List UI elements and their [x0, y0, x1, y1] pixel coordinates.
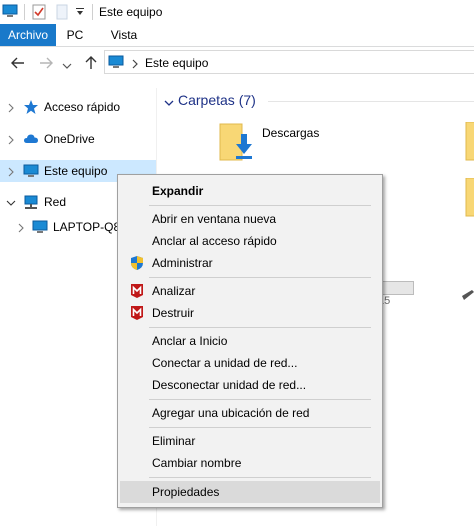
tab-vista[interactable]: Vista	[101, 24, 147, 46]
menu-item-label: Expandir	[152, 184, 204, 198]
tab-archivo[interactable]: Archivo	[0, 24, 56, 46]
menu-item-anclar-inicio[interactable]: Anclar a Inicio	[120, 330, 380, 352]
customize-toolbar-icon[interactable]	[75, 6, 85, 20]
forward-arrow-icon[interactable]	[38, 55, 54, 71]
downloads-folder-icon	[216, 122, 258, 169]
menu-item-conectar-unidad-red[interactable]: Conectar a unidad de red...	[120, 352, 380, 374]
sidebar-item-label: LAPTOP-Q8	[53, 220, 121, 234]
menu-item-label: Eliminar	[152, 434, 196, 448]
menu-item-administrar[interactable]: Administrar	[120, 252, 380, 274]
ribbon-tabs: Archivo PC Vista	[0, 24, 474, 47]
menu-separator	[149, 399, 371, 400]
properties-check-icon[interactable]	[32, 4, 46, 23]
folder-icon[interactable]	[464, 177, 474, 221]
context-menu: Expandir Abrir en ventana nueva Anclar a…	[117, 174, 383, 508]
menu-separator	[149, 205, 371, 206]
mcafee-icon	[129, 283, 145, 299]
network-icon	[23, 194, 39, 210]
menu-item-label: Agregar una ubicación de red	[152, 406, 310, 420]
group-label: Carpetas (7)	[178, 92, 256, 108]
sidebar-item-label: Red	[44, 195, 67, 209]
menu-item-label: Abrir en ventana nueva	[152, 212, 277, 226]
group-divider	[268, 101, 474, 102]
menu-item-label: Analizar	[152, 284, 196, 298]
breadcrumb-este-equipo[interactable]: Este equipo	[145, 56, 208, 70]
menu-item-desconectar-unidad-red[interactable]: Desconectar unidad de red...	[120, 374, 380, 396]
menu-item-label: Desconectar unidad de red...	[152, 378, 307, 392]
menu-item-label: Cambiar nombre	[152, 456, 242, 470]
chevron-right-icon[interactable]	[6, 134, 16, 145]
menu-item-label: Conectar a unidad de red...	[152, 356, 298, 370]
sidebar-item-onedrive[interactable]: OneDrive	[0, 128, 156, 150]
menu-item-label: Destruir	[152, 306, 195, 320]
chevron-down-icon[interactable]	[164, 96, 174, 110]
menu-item-anclar-acceso-rapido[interactable]: Anclar al acceso rápido	[120, 230, 380, 252]
menu-item-destruir[interactable]: Destruir	[120, 302, 380, 324]
up-arrow-icon[interactable]	[83, 55, 99, 71]
chevron-right-icon[interactable]	[16, 222, 26, 233]
menu-item-analizar[interactable]: Analizar	[120, 280, 380, 302]
mcafee-icon	[129, 305, 145, 321]
menu-item-propiedades[interactable]: Propiedades	[120, 481, 380, 503]
computer-icon	[32, 219, 48, 235]
menu-separator	[149, 327, 371, 328]
title-divider	[92, 4, 93, 20]
menu-separator	[149, 427, 371, 428]
cloud-icon	[23, 131, 39, 147]
sidebar-item-acceso-rapido[interactable]: Acceso rápido	[0, 96, 156, 118]
menu-separator	[149, 477, 371, 478]
title-bar: Este equipo	[0, 0, 474, 25]
sidebar-item-label: Acceso rápido	[44, 100, 121, 114]
new-folder-icon[interactable]	[56, 4, 68, 23]
folder-label: Descargas	[262, 126, 320, 140]
menu-item-label: Anclar a Inicio	[152, 334, 228, 348]
back-arrow-icon[interactable]	[10, 55, 26, 71]
breadcrumb-chevron-icon[interactable]	[131, 58, 139, 72]
folder-icon[interactable]	[464, 121, 474, 165]
menu-item-label: Administrar	[152, 256, 213, 270]
menu-item-expandir[interactable]: Expandir	[120, 180, 380, 202]
computer-icon	[108, 55, 124, 72]
star-icon	[23, 99, 39, 115]
menu-item-abrir-ventana-nueva[interactable]: Abrir en ventana nueva	[120, 208, 380, 230]
menu-item-agregar-ubicacion-red[interactable]: Agregar una ubicación de red	[120, 402, 380, 424]
tab-pc[interactable]: PC	[59, 24, 91, 46]
chevron-right-icon[interactable]	[6, 102, 16, 113]
chevron-down-icon[interactable]	[6, 197, 16, 207]
sidebar-item-label: OneDrive	[44, 132, 95, 146]
menu-item-cambiar-nombre[interactable]: Cambiar nombre	[120, 452, 380, 474]
menu-item-label: Anclar al acceso rápido	[152, 234, 277, 248]
toolbar-divider	[24, 4, 25, 20]
window-title: Este equipo	[99, 5, 163, 19]
shield-icon	[129, 255, 145, 271]
drive-icon[interactable]	[460, 288, 474, 307]
sidebar-item-label: Este equipo	[44, 164, 108, 178]
menu-item-eliminar[interactable]: Eliminar	[120, 430, 380, 452]
computer-icon	[2, 4, 18, 21]
address-bar[interactable]: Este equipo	[104, 50, 474, 74]
chevron-right-icon[interactable]	[6, 166, 16, 177]
menu-separator	[149, 277, 371, 278]
recent-locations-chevron-icon[interactable]	[62, 59, 72, 69]
menu-item-label: Propiedades	[152, 485, 220, 499]
computer-icon	[23, 163, 39, 179]
